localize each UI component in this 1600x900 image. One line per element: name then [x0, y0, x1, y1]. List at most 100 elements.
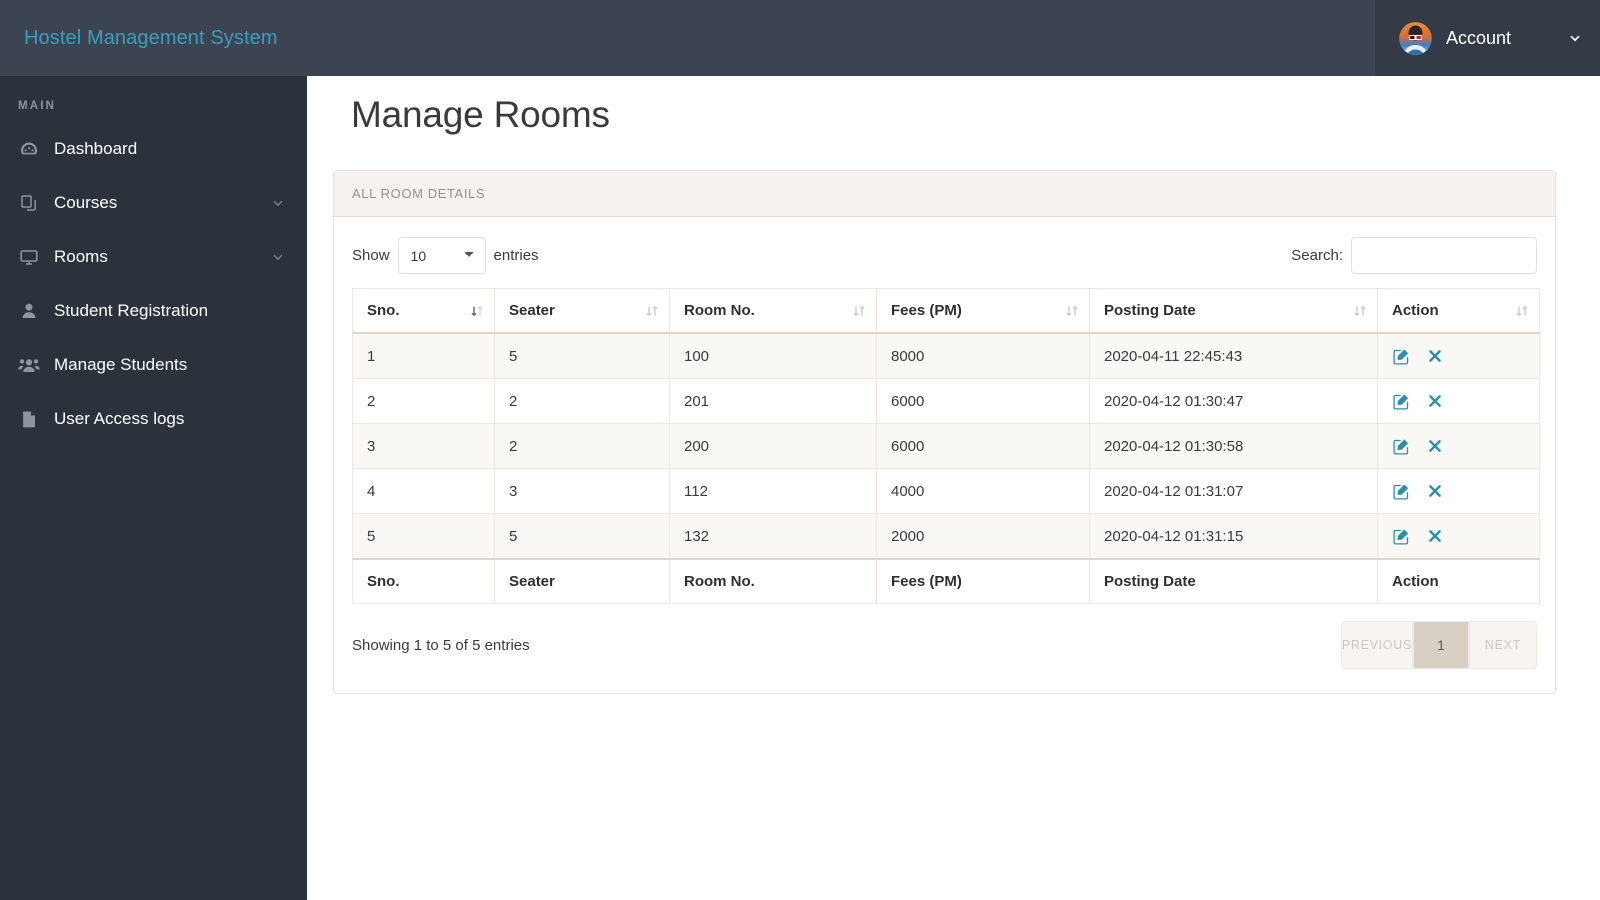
table-footer-row: Sno. Seater Room No. Fees (PM) Posting D…	[352, 558, 1540, 605]
sort-icon[interactable]	[1065, 303, 1079, 319]
delete-icon[interactable]	[1426, 347, 1444, 365]
search-control: Search:	[1291, 237, 1537, 274]
cell-room-no: 201	[669, 378, 877, 425]
table-header-row: Sno. Seater Room No. Fees (PM) Posting D…	[352, 288, 1540, 334]
cell-sno: 4	[352, 468, 495, 515]
column-header-posting-date[interactable]: Posting Date	[1089, 288, 1378, 334]
sidebar-item-label: User Access logs	[54, 409, 185, 428]
cell-seater: 5	[494, 513, 670, 560]
cell-seater: 2	[494, 378, 670, 425]
column-header-sno[interactable]: Sno.	[352, 288, 495, 334]
sidebar-item-student-registration[interactable]: Student Registration	[0, 284, 307, 338]
cell-posting-date: 2020-04-12 01:31:07	[1089, 468, 1378, 515]
cell-seater: 5	[494, 332, 670, 380]
cell-posting-date: 2020-04-12 01:30:47	[1089, 378, 1378, 425]
edit-icon[interactable]	[1392, 437, 1410, 455]
pagination-next[interactable]: NEXT	[1469, 621, 1537, 670]
edit-icon[interactable]	[1392, 392, 1410, 410]
chevron-down-icon[interactable]	[271, 196, 285, 210]
footer-room-no: Room No.	[669, 558, 877, 605]
edit-icon[interactable]	[1392, 347, 1410, 365]
sidebar: MAIN Dashboard Courses Rooms Student Reg…	[0, 76, 307, 900]
user-icon	[18, 300, 40, 322]
users-icon	[18, 354, 40, 376]
entries-label: entries	[493, 247, 539, 264]
cell-seater: 2	[494, 423, 670, 470]
cell-room-no: 200	[669, 423, 877, 470]
search-input[interactable]	[1351, 237, 1537, 274]
cell-action	[1377, 468, 1540, 515]
rooms-table: Sno. Seater Room No. Fees (PM) Posting D…	[352, 288, 1540, 605]
cell-sno: 5	[352, 513, 495, 560]
page-length-select[interactable]: 10 25 50 100	[397, 237, 486, 274]
sidebar-item-dashboard[interactable]: Dashboard	[0, 122, 307, 176]
show-label: Show	[352, 247, 390, 264]
cell-room-no: 132	[669, 513, 877, 560]
cell-action	[1377, 378, 1540, 425]
sort-icon[interactable]	[470, 303, 484, 319]
column-header-seater[interactable]: Seater	[494, 288, 670, 334]
column-header-room-no[interactable]: Room No.	[669, 288, 877, 334]
footer-seater: Seater	[494, 558, 670, 605]
delete-icon[interactable]	[1426, 437, 1444, 455]
app-brand-label: Hostel Management System	[24, 26, 278, 49]
card-body: Show 10 25 50 100 entries Search:	[334, 217, 1555, 693]
cell-action	[1377, 332, 1540, 380]
app-brand[interactable]: Hostel Management System	[0, 0, 307, 76]
sidebar-item-label: Manage Students	[54, 355, 188, 374]
navbar-spacer	[307, 0, 1375, 76]
cell-seater: 3	[494, 468, 670, 515]
cell-fees: 6000	[876, 378, 1090, 425]
sidebar-item-rooms[interactable]: Rooms	[0, 230, 307, 284]
column-header-fees[interactable]: Fees (PM)	[876, 288, 1090, 334]
delete-icon[interactable]	[1426, 482, 1444, 500]
delete-icon[interactable]	[1426, 527, 1444, 545]
cell-sno: 1	[352, 332, 495, 380]
sidebar-item-label: Courses	[54, 193, 118, 212]
table-row: 3 2 200 6000 2020-04-12 01:30:58	[352, 423, 1540, 470]
pagination-page-1[interactable]: 1	[1413, 621, 1469, 670]
cell-sno: 3	[352, 423, 495, 470]
sort-icon[interactable]	[645, 303, 659, 319]
table-row: 5 5 132 2000 2020-04-12 01:31:15	[352, 513, 1540, 560]
table-row: 2 2 201 6000 2020-04-12 01:30:47	[352, 378, 1540, 425]
chevron-down-icon[interactable]	[1568, 31, 1582, 45]
footer-fees: Fees (PM)	[876, 558, 1090, 605]
datatable-footer: Showing 1 to 5 of 5 entries PREVIOUS 1 N…	[352, 604, 1537, 671]
cell-fees: 2000	[876, 513, 1090, 560]
pagination-previous[interactable]: PREVIOUS	[1340, 621, 1413, 670]
sort-icon[interactable]	[1515, 303, 1529, 319]
cell-posting-date: 2020-04-12 01:31:15	[1089, 513, 1378, 560]
cell-fees: 8000	[876, 332, 1090, 380]
copy-icon	[18, 192, 40, 214]
footer-posting-date: Posting Date	[1089, 558, 1378, 605]
chevron-down-icon[interactable]	[271, 250, 285, 264]
sidebar-item-user-access-logs[interactable]: User Access logs	[0, 392, 307, 446]
cell-action	[1377, 423, 1540, 470]
all-room-details-card: ALL ROOM DETAILS Show 10 25 50 100 entri…	[333, 170, 1556, 695]
cell-posting-date: 2020-04-12 01:30:58	[1089, 423, 1378, 470]
sidebar-item-label: Dashboard	[54, 139, 138, 158]
account-menu[interactable]: Account	[1375, 0, 1600, 76]
footer-action: Action	[1377, 558, 1540, 605]
top-navbar: Hostel Management System Account	[0, 0, 1600, 76]
sort-icon[interactable]	[852, 303, 866, 319]
table-row: 4 3 112 4000 2020-04-12 01:31:07	[352, 468, 1540, 515]
edit-icon[interactable]	[1392, 527, 1410, 545]
column-header-action[interactable]: Action	[1377, 288, 1540, 334]
edit-icon[interactable]	[1392, 482, 1410, 500]
cell-room-no: 100	[669, 332, 877, 380]
datatable-controls: Show 10 25 50 100 entries Search:	[352, 233, 1537, 288]
entries-info: Showing 1 to 5 of 5 entries	[352, 636, 530, 654]
main-content: Manage Rooms ALL ROOM DETAILS Show 10 25…	[307, 76, 1600, 900]
page-title: Manage Rooms	[351, 94, 610, 135]
delete-icon[interactable]	[1426, 392, 1444, 410]
sidebar-item-manage-students[interactable]: Manage Students	[0, 338, 307, 392]
pagination: PREVIOUS 1 NEXT	[1340, 621, 1537, 670]
cell-action	[1377, 513, 1540, 560]
sort-icon[interactable]	[1353, 303, 1367, 319]
sidebar-item-courses[interactable]: Courses	[0, 176, 307, 230]
cell-posting-date: 2020-04-11 22:45:43	[1089, 332, 1378, 380]
avatar	[1399, 21, 1432, 55]
sidebar-item-label: Rooms	[54, 247, 108, 266]
